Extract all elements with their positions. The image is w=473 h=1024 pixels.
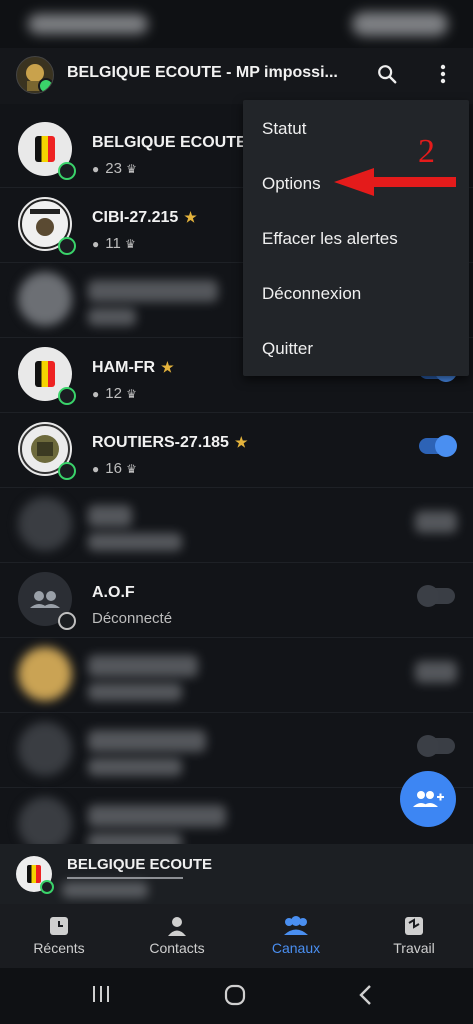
blurred-toggle xyxy=(415,511,457,533)
app-bar: BELGIQUE ECOUTE - MP impossi... xyxy=(0,48,473,104)
blurred-name xyxy=(88,805,226,827)
search-button[interactable] xyxy=(371,58,403,90)
blurred-toggle xyxy=(415,661,457,683)
channel-name: A.O.F xyxy=(92,584,135,601)
blurred-subtitle xyxy=(88,758,182,776)
menu-item-statut[interactable]: Statut xyxy=(262,119,306,139)
channel-row-blurred[interactable] xyxy=(0,712,473,788)
current-channel-bar[interactable]: BELGIQUE ECOUTE xyxy=(0,844,473,904)
crown-icon: ♛ xyxy=(125,237,136,251)
channel-members: ● 12 ♛ xyxy=(92,385,137,402)
tab-canaux[interactable]: Canaux xyxy=(237,912,355,956)
annotation-arrow-icon xyxy=(334,168,456,196)
channel-avatar xyxy=(18,272,72,326)
person-icon: ● xyxy=(92,462,100,476)
status-bar xyxy=(0,0,473,48)
menu-item-options[interactable]: Options xyxy=(262,174,321,194)
overflow-menu: Statut Options Effacer les alertes Décon… xyxy=(243,100,469,376)
tab-canaux-label: Canaux xyxy=(271,940,321,956)
online-status-dot xyxy=(38,78,53,93)
connected-badge xyxy=(58,462,76,480)
work-icon xyxy=(405,917,423,935)
add-channel-fab[interactable] xyxy=(400,771,456,827)
current-channel-underline xyxy=(67,877,183,879)
recent-icon xyxy=(50,917,68,935)
channel-name: ROUTIERS-27.185 ★ xyxy=(92,434,248,451)
blurred-name xyxy=(88,655,198,677)
menu-item-quitter[interactable]: Quitter xyxy=(262,339,313,359)
channel-toggle[interactable] xyxy=(417,585,455,607)
more-options-button[interactable] xyxy=(427,58,459,90)
channel-avatar xyxy=(18,797,72,844)
person-icon: ● xyxy=(92,387,100,401)
tab-recents[interactable]: Récents xyxy=(0,912,118,956)
connected-badge xyxy=(58,387,76,405)
channel-avatar xyxy=(18,647,72,701)
system-nav-bar xyxy=(0,968,473,1024)
page-title: BELGIQUE ECOUTE - MP impossi... xyxy=(67,64,338,81)
status-icons-blurred xyxy=(28,14,148,34)
channel-avatar xyxy=(18,722,72,776)
tab-travail[interactable]: Travail xyxy=(355,912,473,956)
crown-icon: ♛ xyxy=(126,162,137,176)
tab-recents-label: Récents xyxy=(33,940,85,956)
channel-row[interactable]: A.O.F Déconnecté xyxy=(0,562,473,638)
blurred-subtitle xyxy=(62,882,148,898)
person-icon xyxy=(168,917,186,936)
blurred-name xyxy=(88,505,132,527)
channel-row[interactable]: ROUTIERS-27.185 ★ ● 16 ♛ xyxy=(0,412,473,488)
blurred-subtitle xyxy=(88,833,182,844)
current-channel-title: BELGIQUE ECOUTE xyxy=(67,856,213,873)
tab-contacts-label: Contacts xyxy=(149,940,205,956)
favorite-star-icon: ★ xyxy=(161,359,174,375)
blurred-subtitle xyxy=(88,683,182,701)
favorite-star-icon: ★ xyxy=(234,434,248,450)
crown-icon: ♛ xyxy=(126,462,137,476)
bottom-tab-bar: Récents Contacts Canaux Travail xyxy=(0,904,473,968)
channel-toggle[interactable] xyxy=(417,735,455,757)
tab-contacts[interactable]: Contacts xyxy=(118,912,236,956)
person-icon: ● xyxy=(92,162,100,176)
channel-members: ● 16 ♛ xyxy=(92,460,137,477)
channel-name: HAM-FR ★ xyxy=(92,359,174,376)
group-add-icon xyxy=(413,791,444,807)
user-avatar[interactable] xyxy=(16,56,54,94)
channel-name: BELGIQUE ECOUTE★ xyxy=(92,134,265,152)
connected-badge xyxy=(58,237,76,255)
back-icon[interactable] xyxy=(358,984,374,1006)
search-icon xyxy=(378,65,397,84)
menu-item-deconnexion[interactable]: Déconnexion xyxy=(262,284,361,304)
blurred-subtitle xyxy=(88,533,182,551)
channel-row-blurred[interactable] xyxy=(0,637,473,713)
disconnected-badge xyxy=(58,612,76,630)
blurred-name xyxy=(88,280,218,302)
menu-item-effacer-alertes[interactable]: Effacer les alertes xyxy=(262,229,398,249)
person-icon: ● xyxy=(92,237,100,251)
favorite-star-icon: ★ xyxy=(184,209,197,225)
channel-members: ● 23 ♛ xyxy=(92,160,137,177)
status-battery-blurred xyxy=(352,12,448,36)
channel-members: ● 11 ♛ xyxy=(92,235,136,252)
channel-row-blurred[interactable] xyxy=(0,487,473,563)
home-icon[interactable] xyxy=(224,984,246,1006)
recent-apps-icon[interactable] xyxy=(91,984,111,1004)
connected-badge xyxy=(40,880,54,894)
channel-name: CIBI-27.215 ★ xyxy=(92,209,197,226)
blurred-subtitle xyxy=(88,308,136,326)
channel-status: Déconnecté xyxy=(92,610,173,627)
channel-avatar xyxy=(18,497,72,551)
blurred-name xyxy=(88,730,206,752)
crown-icon: ♛ xyxy=(126,387,137,401)
tab-travail-label: Travail xyxy=(393,940,435,956)
connected-badge xyxy=(58,162,76,180)
channel-toggle[interactable] xyxy=(419,435,457,457)
group-icon xyxy=(284,916,308,935)
more-vertical-icon xyxy=(440,64,446,84)
